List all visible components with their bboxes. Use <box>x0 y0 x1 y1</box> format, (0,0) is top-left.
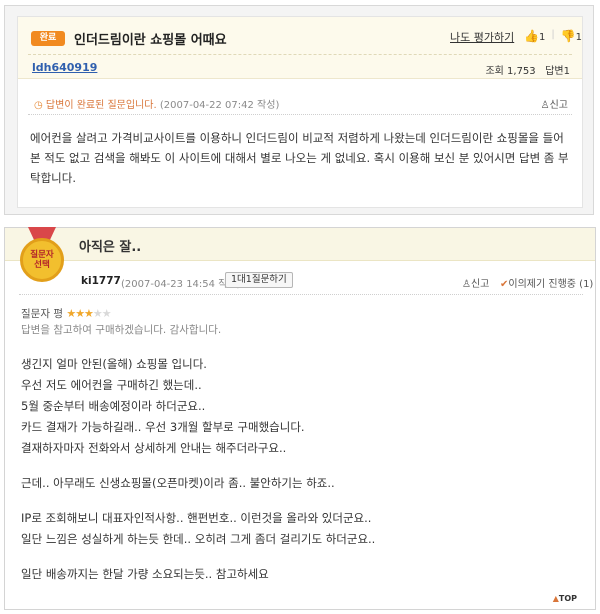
divider <box>28 54 572 55</box>
objection-count: (1) <box>579 279 594 290</box>
answer-body: 생긴지 얼마 안된(올해) 쇼핑몰 입니다. 우선 저도 에어컨을 구매하긴 했… <box>21 354 581 585</box>
answer-line-blank <box>21 550 581 564</box>
answer-author[interactable]: ki1777 <box>81 275 121 287</box>
report-button[interactable]: ♙신고 <box>541 96 568 111</box>
divider: | <box>551 29 555 40</box>
medal-label: 질문자 선택 <box>23 250 61 270</box>
question-stats: 조회 1,753 답변1 <box>485 62 570 77</box>
ask-one-on-one-button[interactable]: 1대1질문하기 <box>225 272 293 288</box>
answer-line-blank <box>21 459 581 473</box>
answer-line: 일단 느낌은 성실하게 하는듯 한데.. 오히려 그게 좀더 걸리기도 하더군요… <box>21 532 376 546</box>
answer-line: IP로 조회해보니 대표자인적사항.. 핸펀번호.. 이런것을 올라와 있더군요… <box>21 511 372 525</box>
answer-header: 아직은 잘.. <box>5 228 595 261</box>
thumbs-down-icon: 👎 <box>560 29 576 43</box>
divider <box>28 114 572 115</box>
question-title: 인더드림이란 쇼핑몰 어때요 <box>74 33 227 48</box>
status-text: 답변이 완료된 질문입니다. <box>45 100 157 111</box>
answers-count: 1 <box>563 66 570 77</box>
answers-label: 답변 <box>545 66 564 77</box>
thumbs-up-icon: 👍 <box>524 29 539 43</box>
report-label: 신고 <box>549 100 568 111</box>
answer-line: 근데.. 아무래도 신생쇼핑몰(오픈마켓)이라 좀.. 불안하기는 하죠.. <box>21 476 335 490</box>
answer-line-blank <box>21 494 581 508</box>
vote-group: 👍1 | 👎1 <box>524 29 582 43</box>
medal-disc: 질문자 선택 <box>20 238 64 282</box>
objection-label: 이의제기 진행중 <box>508 279 576 290</box>
answer-line: 생긴지 얼마 안된(올해) 쇼핑몰 입니다. <box>21 357 207 371</box>
top-label: TOP <box>558 594 577 603</box>
rating-comment: 답변을 참고하여 구매하겠습니다. 감사합니다. <box>21 324 222 336</box>
asker-rating: 질문자 평 ★★★★★ <box>21 306 112 321</box>
answer-line: 결재하자마자 전화와서 상세하게 안내는 해주더라구요.. <box>21 441 287 455</box>
question-card: 완료 인더드림이란 쇼핑몰 어때요 나도 평가하기 👍1 | 👎1 ldh640… <box>17 16 583 208</box>
rate-link[interactable]: 나도 평가하기 <box>450 29 514 45</box>
answer-panel: 아직은 잘.. 질문자 선택 ki1777 (2007-04-23 14:54 … <box>4 227 596 610</box>
answer-line: 카드 결재가 가능하길래.. 우선 3개월 할부로 구매했습니다. <box>21 420 305 434</box>
report-label: 신고 <box>470 279 490 290</box>
answer-timestamp: (2007-04-23 14:54 작성) <box>121 279 241 290</box>
question-header: 완료 인더드림이란 쇼핑몰 어때요 나도 평가하기 👍1 | 👎1 ldh640… <box>18 17 582 79</box>
thumbs-up-button[interactable]: 👍1 <box>524 29 545 43</box>
answer-title: 아직은 잘.. <box>79 240 142 255</box>
views-count: 1,753 <box>507 66 536 77</box>
objection-link[interactable]: ✔이의제기 진행중 (1) <box>500 275 593 290</box>
answer-report-button[interactable]: ♙신고 <box>462 275 489 290</box>
medal-label-line2: 선택 <box>34 260 50 270</box>
question-body: 에어컨을 살려고 가격비교사이트를 이용하니 인더드림이 비교적 저렴하게 나왔… <box>30 131 569 185</box>
status-badge: 완료 <box>31 31 65 46</box>
question-panel: 완료 인더드림이란 쇼핑몰 어때요 나도 평가하기 👍1 | 👎1 ldh640… <box>4 5 594 215</box>
rating-label: 질문자 평 <box>21 308 63 320</box>
report-icon: ♙ <box>540 100 550 111</box>
thumbs-down-count: 1 <box>575 32 583 43</box>
question-author-link[interactable]: ldh640919 <box>32 61 97 74</box>
answer-line: 일단 배송까지는 한달 가량 소요되는듯.. 참고하세요 <box>21 567 269 581</box>
report-icon: ♙ <box>462 279 471 290</box>
rating-stars-empty: ★★ <box>92 307 112 320</box>
thumbs-down-button[interactable]: 👎1 <box>561 29 582 43</box>
clock-icon: ◷ <box>34 100 43 111</box>
divider <box>19 294 583 295</box>
timestamp: (2007-04-22 07:42 작성) <box>159 100 280 111</box>
answer-line: 우선 저도 에어컨을 구매하긴 했는데.. <box>21 378 202 392</box>
thumbs-up-count: 1 <box>538 32 546 43</box>
rating-stars-filled: ★★★ <box>66 307 94 320</box>
medal-label-line1: 질문자 <box>30 250 54 260</box>
answer-line: 5월 중순부터 배송예정이라 하더군요.. <box>21 399 206 413</box>
scroll-top-link[interactable]: ▲TOP <box>553 594 577 603</box>
question-status: ◷ 답변이 완료된 질문입니다. (2007-04-22 07:42 작성) <box>34 96 279 111</box>
views-label: 조회 <box>485 66 504 77</box>
selected-medal-icon: 질문자 선택 <box>19 227 65 285</box>
